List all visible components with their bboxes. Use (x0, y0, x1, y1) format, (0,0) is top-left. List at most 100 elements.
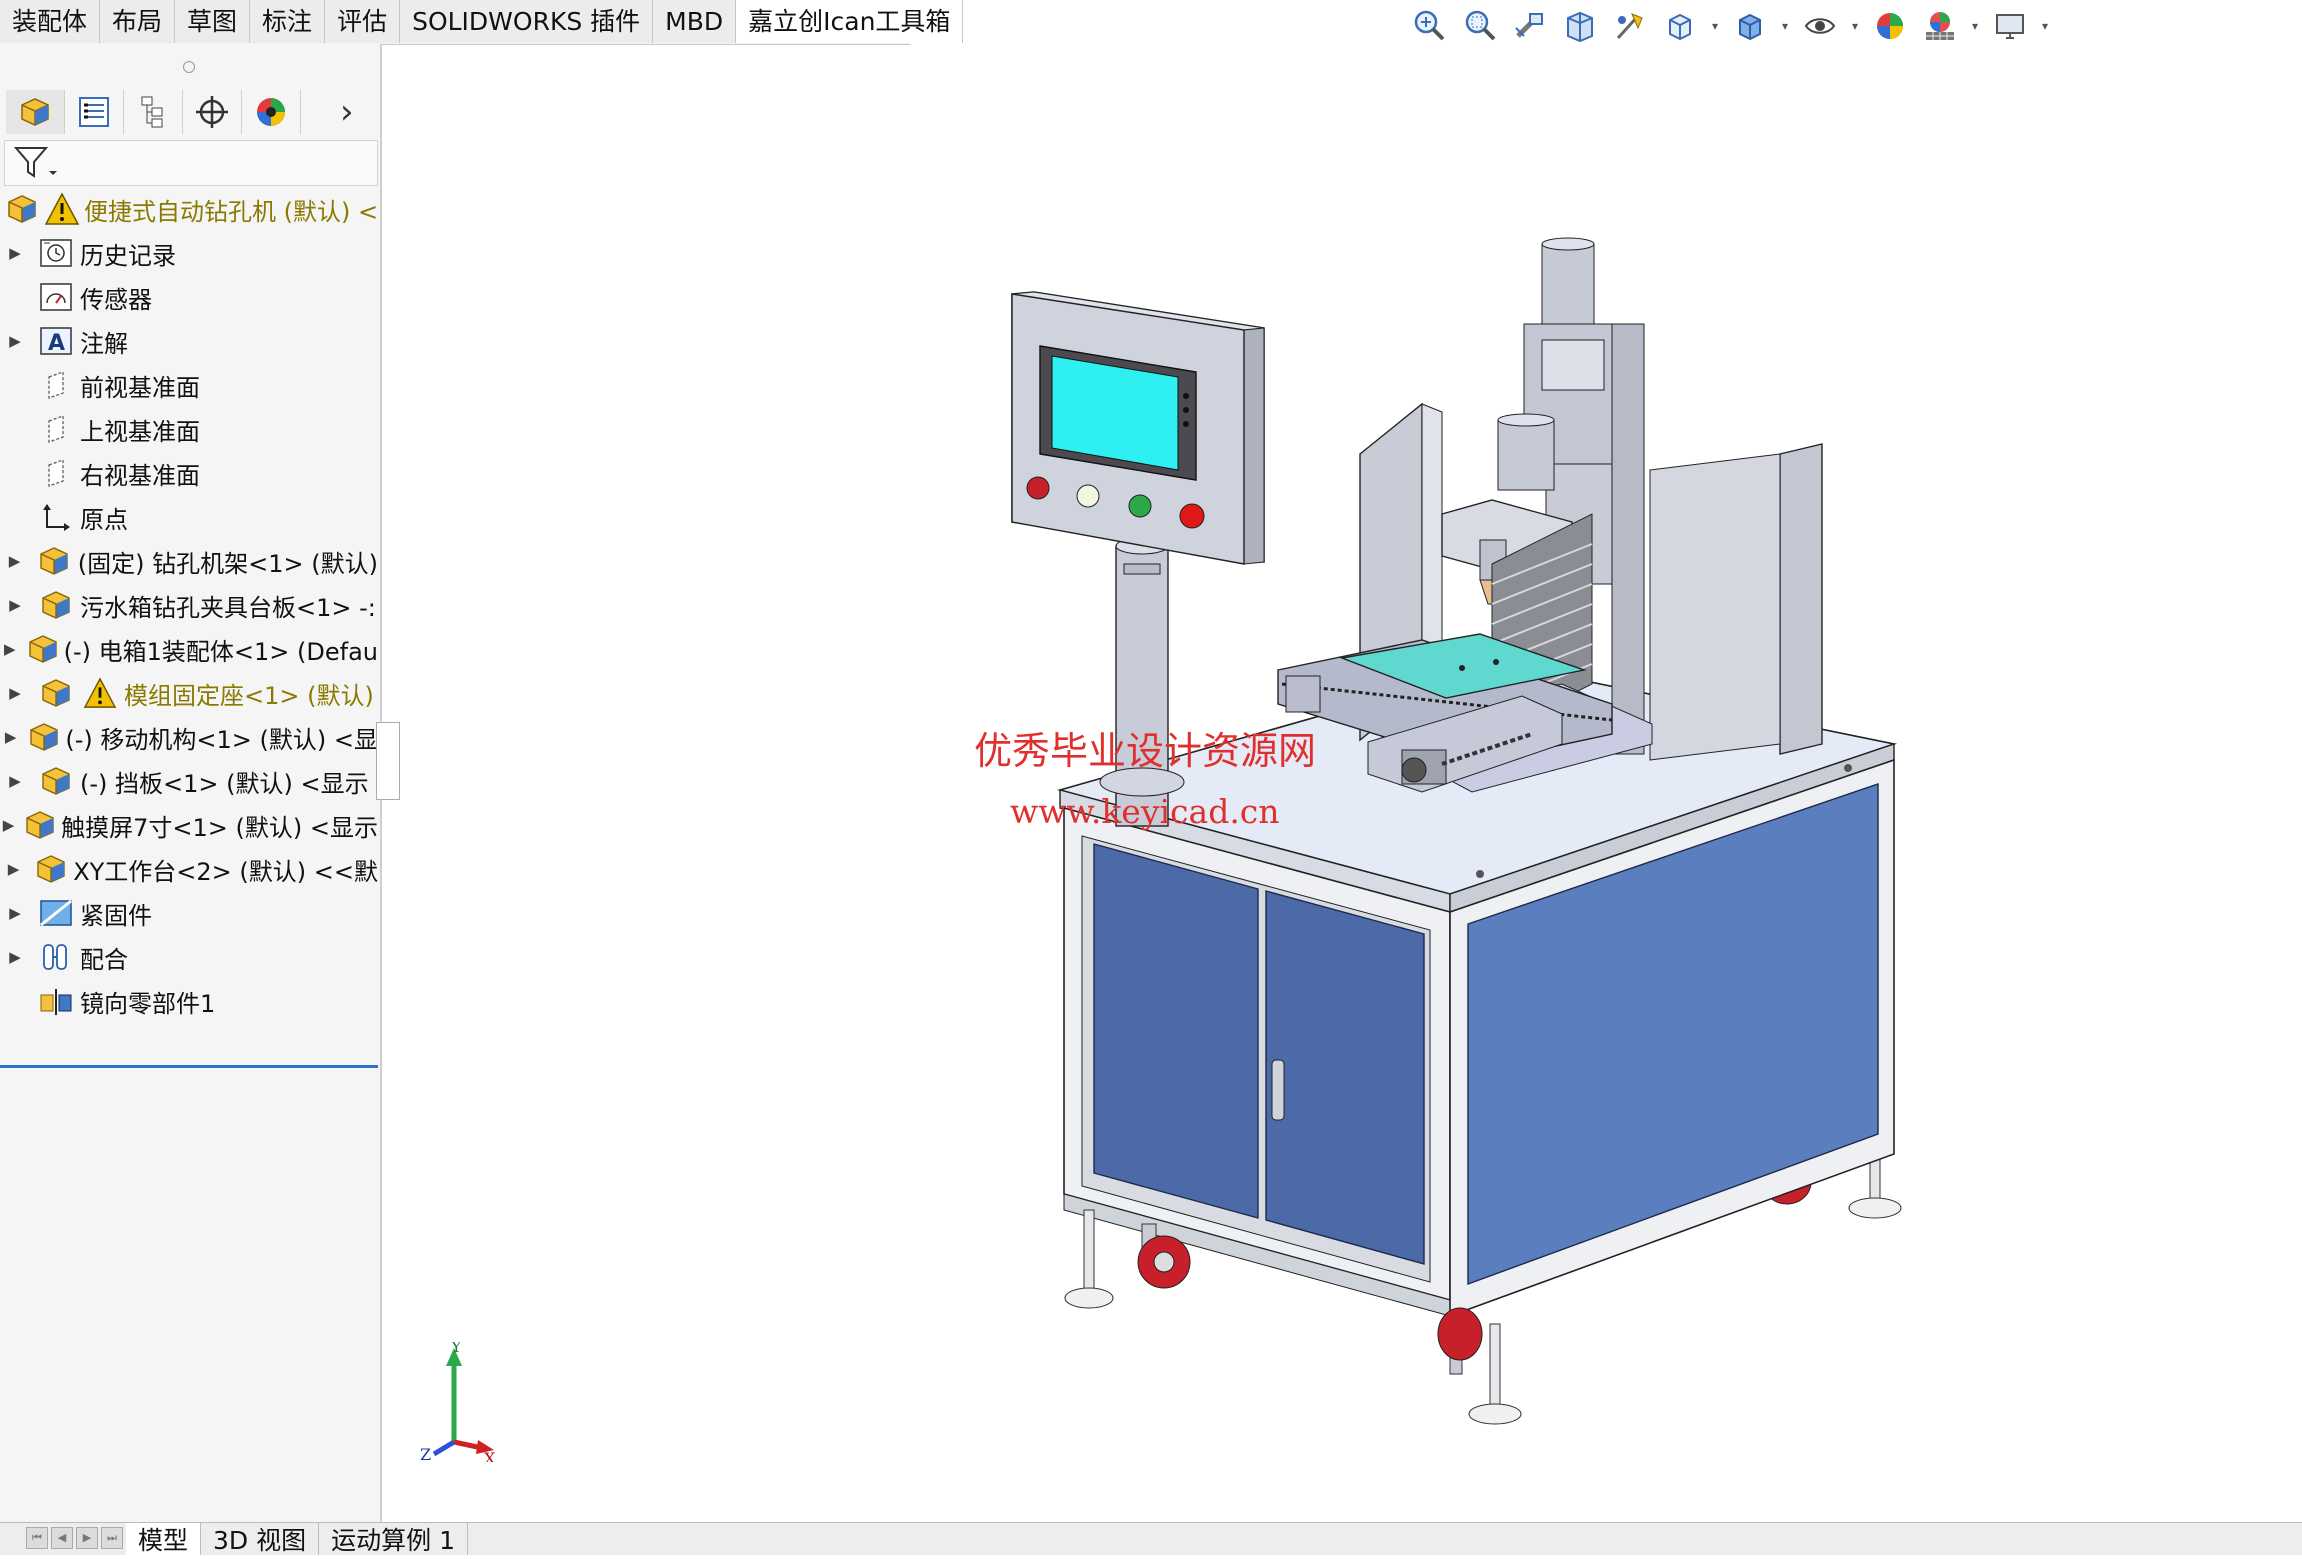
previous-view-icon[interactable] (1508, 6, 1552, 46)
command-tab-1[interactable]: 布局 (100, 0, 176, 43)
zoom-to-area-icon[interactable] (1458, 6, 1502, 46)
tree-item-label: 紧固件 (80, 901, 152, 930)
command-manager-tabs: 装配体 布局 草图 标注 评估 SOLIDWORKS 插件 MBD 嘉立创Ican工具箱 (0, 0, 964, 45)
prev-tab-button[interactable]: ◀ (51, 1527, 73, 1549)
dynamic-annotation-icon[interactable] (1608, 6, 1652, 46)
assembly-icon (36, 673, 76, 713)
hide-show-icon[interactable] (1798, 6, 1842, 46)
tree-item-label: 模组固定座<1> (默认) (124, 681, 374, 710)
apply-scene-icon[interactable] (1918, 6, 1962, 46)
tree-item[interactable]: 右视基准面 (0, 451, 378, 495)
warning-icon (80, 673, 120, 713)
expand-arrow-icon[interactable]: ▶ (0, 816, 17, 834)
tree-item[interactable]: ▶ 紧固件 (0, 891, 378, 935)
chevron-down-icon[interactable]: ▾ (2038, 6, 2052, 46)
drilling-machine-model[interactable] (382, 44, 2302, 1522)
chevron-right-icon[interactable]: › (340, 92, 354, 132)
assembly-icon (27, 717, 61, 757)
tree-item-label: (-) 移动机构<1> (默认) <显 (65, 725, 378, 754)
last-tab-button[interactable]: ⏭ (101, 1527, 123, 1549)
tree-item[interactable]: ▶ 触摸屏7寸<1> (默认) <显示 (0, 803, 378, 847)
tree-item-label: 历史记录 (80, 241, 176, 270)
tree-item-label: (固定) 钻孔机架<1> (默认) (77, 549, 378, 578)
tree-item[interactable]: ▶ A 注解 (0, 319, 378, 363)
tree-item[interactable]: 上视基准面 (0, 407, 378, 451)
section-view-icon[interactable] (1558, 6, 1602, 46)
tree-item-label: 右视基准面 (80, 461, 200, 490)
manager-tabs (6, 88, 376, 136)
command-tab-5[interactable]: SOLIDWORKS 插件 (400, 0, 654, 43)
reference-triad: Y X Z (420, 1342, 496, 1462)
display-style-icon[interactable] (1728, 6, 1772, 46)
assembly-icon (4, 189, 40, 229)
pane-grip[interactable] (183, 61, 195, 73)
next-tab-button[interactable]: ▶ (76, 1527, 98, 1549)
tree-bottom-divider (0, 1065, 378, 1068)
view-orientation-icon[interactable] (1658, 6, 1702, 46)
expand-arrow-icon[interactable]: ▶ (0, 948, 30, 966)
command-tab-0[interactable]: 装配体 (0, 0, 101, 43)
zoom-to-fit-icon[interactable] (1408, 6, 1452, 46)
dimxpert-manager-tab[interactable] (183, 90, 242, 134)
fastener-folder-icon (36, 893, 76, 933)
command-tab-7[interactable]: 嘉立创Ican工具箱 (736, 0, 964, 43)
expand-arrow-icon[interactable]: ▶ (0, 244, 30, 262)
command-tab-2[interactable]: 草图 (175, 0, 251, 43)
tree-item[interactable]: ▶ (-) 电箱1装配体<1> (Defau (0, 627, 378, 671)
mirror-component-icon (36, 981, 76, 1021)
tree-item[interactable]: ▶ 模组固定座<1> (默认) (0, 671, 378, 715)
chevron-down-icon[interactable]: ▾ (1848, 6, 1862, 46)
warning-icon (44, 189, 80, 229)
tree-item[interactable]: 前视基准面 (0, 363, 378, 407)
bottom-tab-1[interactable]: 3D 视图 (201, 1523, 320, 1555)
tree-item[interactable]: ▶ (-) 移动机构<1> (默认) <显 (0, 715, 378, 759)
assembly-icon (26, 629, 60, 669)
expand-arrow-icon[interactable]: ▶ (0, 860, 27, 878)
tree-item[interactable]: 镜向零部件1 (0, 979, 378, 1023)
triad-z-label: Z (420, 1445, 431, 1462)
tree-item[interactable]: ▶ (固定) 钻孔机架<1> (默认) (0, 539, 378, 583)
triad-y-label: Y (450, 1342, 462, 1356)
bottom-tab-0[interactable]: 模型 (126, 1523, 202, 1555)
tree-item-label: 配合 (80, 945, 128, 974)
expand-arrow-icon[interactable]: ▶ (0, 552, 29, 570)
assembly-icon (33, 849, 69, 889)
tree-item[interactable]: ▶ XY工作台<2> (默认) <<默 (0, 847, 378, 891)
command-tab-4[interactable]: 评估 (325, 0, 401, 43)
tree-filter[interactable] (4, 140, 378, 186)
chevron-down-icon[interactable]: ▾ (1778, 6, 1792, 46)
tree-item[interactable]: ▶ 污水箱钻孔夹具台板<1> -: (0, 583, 378, 627)
tree-item[interactable]: ▶ 历史记录 (0, 231, 378, 275)
expand-arrow-icon[interactable]: ▶ (0, 684, 30, 702)
tree-item[interactable]: ▶ (-) 挡板<1> (默认) <显示 (0, 759, 378, 803)
expand-arrow-icon[interactable]: ▶ (0, 904, 30, 922)
feature-manager-pane: › 便捷式自动钻孔机 (默认) < ▶ 历史记录传感器 ▶ A 注解 前视基准面上视基准面… (0, 44, 382, 1554)
expand-arrow-icon[interactable]: ▶ (0, 772, 30, 790)
tree-item[interactable]: ▶ 配合 (0, 935, 378, 979)
tree-item-label: 上视基准面 (80, 417, 200, 446)
watermark-title: 优秀毕业设计资源网 (974, 729, 1317, 773)
expand-arrow-icon[interactable]: ▶ (0, 332, 30, 350)
expand-arrow-icon[interactable]: ▶ (0, 596, 30, 614)
chevron-down-icon[interactable]: ▾ (1968, 6, 1982, 46)
tree-item[interactable]: 传感器 (0, 275, 378, 319)
control-box (1011, 291, 1265, 565)
command-tab-3[interactable]: 标注 (250, 0, 326, 43)
display-manager-tab[interactable] (242, 90, 301, 134)
filter-icon[interactable] (13, 145, 59, 181)
chevron-down-icon[interactable]: ▾ (1708, 6, 1722, 46)
first-tab-button[interactable]: ⏮ (26, 1527, 48, 1549)
configuration-manager-tab[interactable] (124, 90, 183, 134)
expand-arrow-icon[interactable]: ▶ (0, 640, 20, 658)
tree-item[interactable]: 原点 (0, 495, 378, 539)
graphics-area[interactable]: 优秀毕业设计资源网 www.keyicad.cn Y X Z (382, 44, 2302, 1522)
tree-root[interactable]: 便捷式自动钻孔机 (默认) < (0, 187, 378, 231)
edit-appearance-icon[interactable] (1868, 6, 1912, 46)
command-tab-6[interactable]: MBD (653, 0, 737, 43)
feature-manager-tab[interactable] (6, 90, 65, 134)
tab-scroll-buttons: ⏮ ◀ ▶ ⏭ (26, 1527, 123, 1549)
bottom-tab-2[interactable]: 运动算例 1 (319, 1523, 468, 1555)
property-manager-tab[interactable] (65, 90, 124, 134)
view-setting-icon[interactable] (1988, 6, 2032, 46)
expand-arrow-icon[interactable]: ▶ (0, 728, 21, 746)
